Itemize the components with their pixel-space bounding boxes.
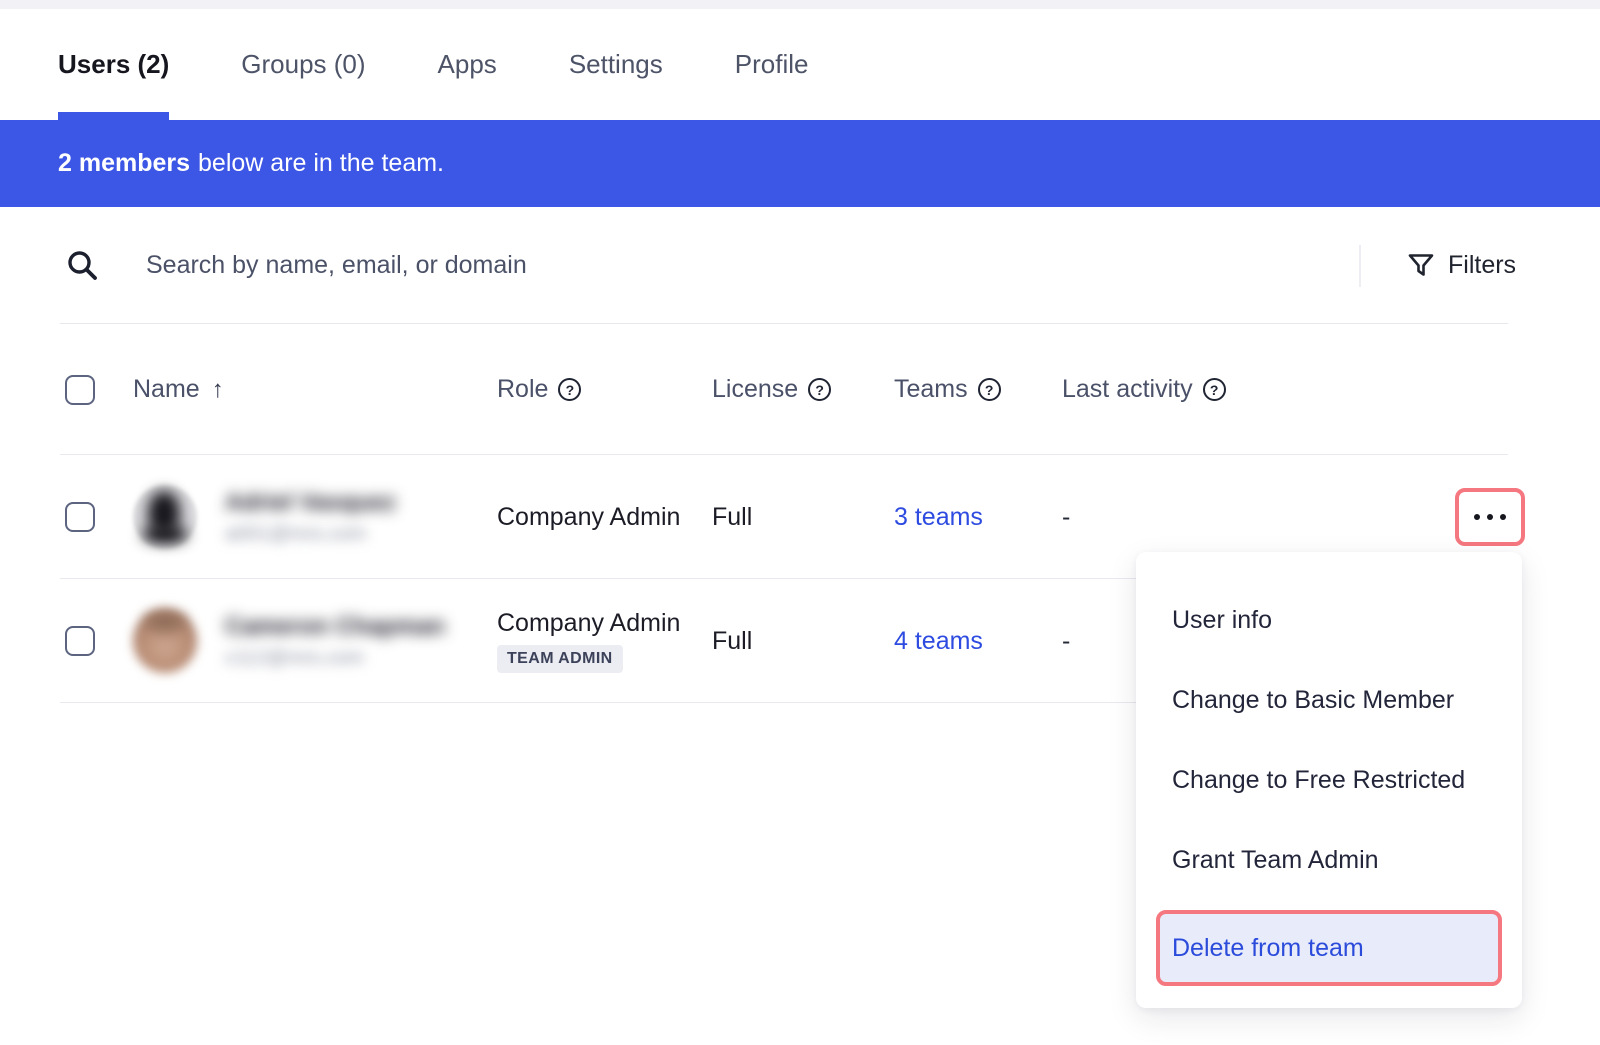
row1-actions	[1362, 488, 1525, 546]
banner-text: below are in the team.	[198, 149, 444, 178]
avatar-hair	[145, 613, 185, 631]
tab-profile[interactable]: Profile	[735, 9, 809, 120]
team-admin-badge: TEAM ADMIN	[497, 645, 623, 673]
row2-identity: Cameron Chapman c112@mrs.com	[225, 613, 445, 670]
header-role-label: Role	[497, 375, 548, 404]
row2-teams-link[interactable]: 4 teams	[894, 627, 983, 655]
vertical-divider	[1359, 245, 1361, 287]
tab-bar: Users (2) Groups (0) Apps Settings Profi…	[0, 9, 1600, 120]
tab-users[interactable]: Users (2)	[58, 9, 169, 120]
menu-item-grant-team-admin[interactable]: Grant Team Admin	[1136, 820, 1522, 900]
row1-license: Full	[712, 503, 894, 532]
header-name[interactable]: Name ↑	[133, 375, 497, 404]
license-help-icon[interactable]: ?	[808, 378, 831, 401]
row-actions-menu-button[interactable]	[1455, 488, 1525, 546]
row2-role-cell: Company Admin TEAM ADMIN	[497, 609, 712, 673]
user-email-blurred: c112@mrs.com	[225, 647, 445, 670]
menu-item-change-free-restricted[interactable]: Change to Free Restricted	[1136, 740, 1522, 820]
row1-last-activity: -	[1062, 503, 1362, 532]
menu-item-user-info[interactable]: User info	[1136, 580, 1522, 660]
search-input[interactable]	[146, 251, 1600, 280]
dot	[1474, 514, 1480, 520]
header-last-activity-label: Last activity	[1062, 375, 1193, 404]
avatar	[133, 609, 197, 673]
header-license-label: License	[712, 375, 798, 404]
row1-name-cell: Adriel Vasquez a001@mrs.com	[133, 485, 497, 549]
user-email-blurred: a001@mrs.com	[225, 523, 396, 546]
row1-checkbox[interactable]	[65, 502, 95, 532]
user-name-blurred: Cameron Chapman	[225, 613, 445, 641]
user-name-blurred: Adriel Vasquez	[225, 489, 396, 517]
row2-license: Full	[712, 627, 894, 656]
sort-asc-icon[interactable]: ↑	[212, 376, 224, 404]
row-actions-dropdown: User info Change to Basic Member Change …	[1136, 552, 1522, 1008]
row1-teams: 3 teams	[894, 503, 1062, 532]
top-strip	[0, 0, 1600, 9]
dot	[1487, 514, 1493, 520]
menu-item-delete-from-team[interactable]: Delete from team	[1156, 910, 1502, 986]
filter-funnel-icon	[1408, 252, 1434, 278]
header-role: Role ?	[497, 375, 712, 404]
header-checkbox-cell	[60, 375, 133, 405]
row1-identity: Adriel Vasquez a001@mrs.com	[225, 489, 396, 546]
row2-teams: 4 teams	[894, 627, 1062, 656]
header-license: License ?	[712, 375, 894, 404]
row1-role: Company Admin	[497, 503, 712, 532]
search-row: Filters	[0, 207, 1600, 323]
avatar	[133, 485, 197, 549]
row2-checkbox-cell	[60, 626, 133, 656]
menu-item-change-basic-member[interactable]: Change to Basic Member	[1136, 660, 1522, 740]
header-teams: Teams ?	[894, 375, 1062, 404]
row2-role: Company Admin	[497, 609, 680, 638]
avatar-silhouette-base	[142, 526, 188, 543]
select-all-checkbox[interactable]	[65, 375, 95, 405]
banner-count: 2 members	[58, 149, 190, 178]
team-members-banner: 2 members below are in the team.	[0, 120, 1600, 207]
row2-name-cell: Cameron Chapman c112@mrs.com	[133, 609, 497, 673]
filters-label: Filters	[1448, 251, 1516, 280]
row2-checkbox[interactable]	[65, 626, 95, 656]
header-last-activity: Last activity ?	[1062, 375, 1362, 404]
tab-apps[interactable]: Apps	[438, 9, 497, 120]
header-teams-label: Teams	[894, 375, 968, 404]
tab-settings[interactable]: Settings	[569, 9, 663, 120]
role-help-icon[interactable]: ?	[558, 378, 581, 401]
dot	[1500, 514, 1506, 520]
tab-groups[interactable]: Groups (0)	[241, 9, 365, 120]
header-name-label: Name	[133, 375, 200, 404]
last-activity-help-icon[interactable]: ?	[1203, 378, 1226, 401]
search-icon	[66, 249, 98, 281]
menu-item-delete-wrap: Delete from team	[1156, 910, 1502, 986]
teams-help-icon[interactable]: ?	[978, 378, 1001, 401]
filters-button[interactable]: Filters	[1408, 207, 1516, 323]
table-header-row: Name ↑ Role ? License ? Teams ? Last act…	[60, 324, 1525, 455]
row1-checkbox-cell	[60, 502, 133, 532]
row1-teams-link[interactable]: 3 teams	[894, 503, 983, 531]
